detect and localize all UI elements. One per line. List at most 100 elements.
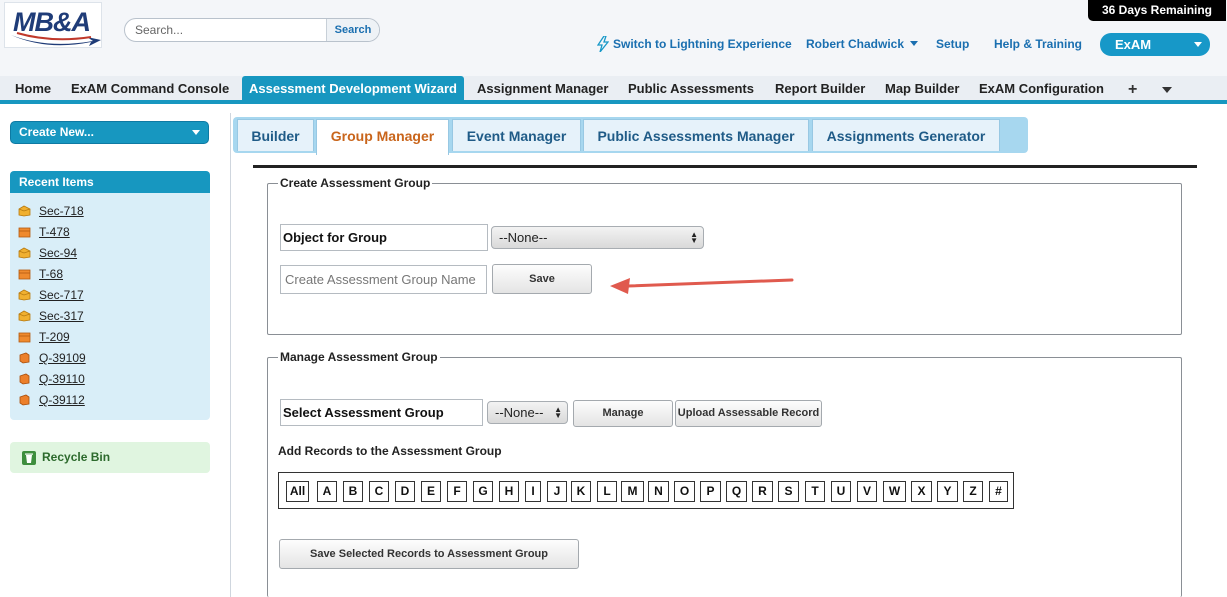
filter-letter-button[interactable]: T	[805, 481, 825, 502]
recent-item-link[interactable]: T-478	[39, 223, 70, 241]
filter-letter-button[interactable]: W	[883, 481, 906, 502]
setup-link[interactable]: Setup	[936, 37, 969, 51]
filter-letter-button[interactable]: #	[989, 481, 1008, 502]
lightning-icon	[597, 36, 609, 52]
global-header: MB&A Search 36 Days Remaining Switch to …	[0, 0, 1227, 76]
tab-assignment-manager[interactable]: Assignment Manager	[477, 76, 608, 100]
app-switcher[interactable]: ExAM	[1100, 33, 1210, 56]
assessment-group-select[interactable]: --None-- ▲ ▼	[487, 401, 568, 424]
filter-letter-button[interactable]: B	[343, 481, 363, 502]
section-icon	[18, 310, 31, 322]
filter-letter-button[interactable]: X	[911, 481, 932, 502]
assessment-group-name-input[interactable]	[280, 265, 487, 294]
save-group-button[interactable]: Save	[492, 264, 592, 294]
template-icon	[18, 332, 31, 343]
subtab-public-assessments-manager[interactable]: Public Assessments Manager	[583, 119, 809, 151]
subtab-builder[interactable]: Builder	[237, 119, 314, 151]
add-tab-icon[interactable]: +	[1128, 81, 1137, 99]
recent-item-link[interactable]: Sec-94	[39, 244, 77, 262]
subtab-assignments-generator[interactable]: Assignments Generator	[812, 119, 1000, 151]
filter-letter-button[interactable]: R	[752, 481, 773, 502]
tab-exam-configuration[interactable]: ExAM Configuration	[979, 76, 1104, 100]
save-selected-records-button[interactable]: Save Selected Records to Assessment Grou…	[279, 539, 579, 569]
tab-home[interactable]: Home	[15, 76, 51, 100]
search-button[interactable]: Search	[326, 19, 379, 41]
filter-letter-button[interactable]: V	[857, 481, 877, 502]
user-name: Robert Chadwick	[806, 37, 905, 51]
object-for-group-select[interactable]: --None-- ▲ ▼	[491, 226, 704, 249]
search-input[interactable]	[125, 19, 327, 41]
user-menu[interactable]: Robert Chadwick	[806, 37, 919, 51]
alphabet-filter: All A B C D E F G H I J K L M N O P Q R …	[278, 472, 1014, 509]
recent-items-header: Recent Items	[10, 171, 210, 193]
chevron-down-icon	[1194, 42, 1202, 47]
filter-letter-button[interactable]: P	[700, 481, 721, 502]
section-icon	[18, 289, 31, 301]
annotation-arrow-icon	[610, 278, 794, 294]
create-new-label: Create New...	[19, 125, 94, 139]
switch-lightning-link[interactable]: Switch to Lightning Experience	[613, 37, 792, 51]
more-tabs-icon[interactable]	[1162, 87, 1172, 93]
section-icon	[18, 205, 31, 217]
filter-letter-button[interactable]: D	[395, 481, 415, 502]
filter-letter-button[interactable]: S	[778, 481, 799, 502]
recent-item-link[interactable]: Sec-717	[39, 286, 84, 304]
manage-button[interactable]: Manage	[573, 400, 673, 427]
recent-item-link[interactable]: Q-39112	[39, 391, 85, 409]
select-arrows-icon: ▲ ▼	[690, 230, 698, 245]
section-legend: Manage Assessment Group	[278, 350, 440, 364]
logo-swoosh-icon	[11, 32, 101, 46]
recent-item-link[interactable]: T-68	[39, 265, 63, 283]
recent-item-link[interactable]: Q-39109	[39, 349, 86, 367]
select-assessment-group-label: Select Assessment Group	[280, 399, 483, 426]
recycle-bin-link[interactable]: Recycle Bin	[10, 442, 210, 473]
filter-letter-button[interactable]: O	[674, 481, 695, 502]
upload-assessable-record-button[interactable]: Upload Assessable Record	[675, 400, 822, 427]
select-arrows-icon: ▲ ▼	[554, 405, 562, 420]
filter-letter-button[interactable]: H	[499, 481, 519, 502]
question-icon	[19, 352, 30, 364]
filter-letter-button[interactable]: F	[447, 481, 467, 502]
filter-letter-button[interactable]: K	[571, 481, 591, 502]
subtab-group-manager[interactable]: Group Manager	[316, 119, 449, 155]
filter-all-button[interactable]: All	[286, 481, 309, 502]
tab-assessment-development-wizard[interactable]: Assessment Development Wizard	[242, 76, 464, 104]
filter-letter-button[interactable]: C	[369, 481, 389, 502]
filter-letter-button[interactable]: A	[317, 481, 337, 502]
template-icon	[18, 227, 31, 238]
filter-letter-button[interactable]: N	[648, 481, 669, 502]
global-search: Search	[124, 18, 380, 42]
filter-letter-button[interactable]: Z	[963, 481, 983, 502]
filter-letter-button[interactable]: U	[831, 481, 851, 502]
help-training-link[interactable]: Help & Training	[994, 37, 1082, 51]
filter-letter-button[interactable]: J	[547, 481, 567, 502]
main-tab-bar: Home ExAM Command Console Assessment Dev…	[0, 76, 1227, 104]
template-icon	[18, 269, 31, 280]
tab-exam-command-console[interactable]: ExAM Command Console	[71, 76, 229, 100]
filter-letter-button[interactable]: L	[597, 481, 617, 502]
recent-item-link[interactable]: T-209	[39, 328, 70, 346]
trial-days-badge: 36 Days Remaining	[1088, 0, 1226, 21]
filter-letter-button[interactable]: E	[421, 481, 441, 502]
select-value: --None--	[499, 230, 548, 245]
tab-report-builder[interactable]: Report Builder	[775, 76, 865, 100]
tab-map-builder[interactable]: Map Builder	[885, 76, 959, 100]
create-new-dropdown[interactable]: Create New...	[10, 121, 209, 144]
tab-public-assessments[interactable]: Public Assessments	[628, 76, 754, 100]
section-icon	[18, 247, 31, 259]
filter-letter-button[interactable]: I	[525, 481, 541, 502]
recent-item-link[interactable]: Sec-718	[39, 202, 84, 220]
company-logo[interactable]: MB&A	[4, 2, 102, 48]
filter-letter-button[interactable]: M	[621, 481, 644, 502]
wizard-subtab-bar: Builder Group Manager Event Manager Publ…	[233, 117, 1028, 155]
filter-letter-button[interactable]: Q	[726, 481, 747, 502]
filter-letter-button[interactable]: G	[473, 481, 493, 502]
subtab-event-manager[interactable]: Event Manager	[452, 119, 581, 151]
recycle-bin-icon	[22, 451, 36, 465]
recent-item-link[interactable]: Sec-317	[39, 307, 84, 325]
recent-item-link[interactable]: Q-39110	[39, 370, 85, 388]
filter-letter-button[interactable]: Y	[937, 481, 958, 502]
chevron-down-icon	[910, 41, 919, 46]
recycle-bin-label: Recycle Bin	[42, 450, 111, 464]
select-value: --None--	[495, 405, 544, 420]
